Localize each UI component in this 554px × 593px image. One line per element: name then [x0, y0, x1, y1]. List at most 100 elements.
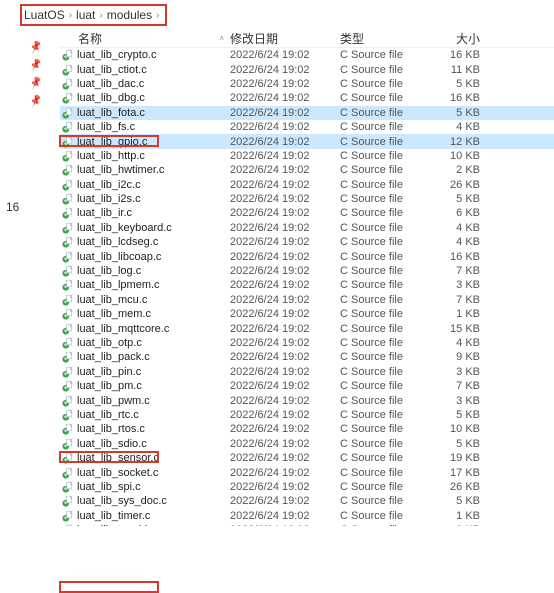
- file-row[interactable]: luat_lib_lcdseg.c2022/6/24 19:02C Source…: [60, 235, 554, 249]
- file-name-cell[interactable]: luat_lib_mcu.c: [60, 294, 230, 306]
- file-row[interactable]: luat_lib_sys_doc.c2022/6/24 19:02C Sourc…: [60, 494, 554, 508]
- file-date-cell: 2022/6/24 19:02: [230, 481, 340, 493]
- file-size-cell: 3 KB: [430, 366, 490, 378]
- file-name-cell[interactable]: luat_lib_hwtimer.c: [60, 164, 230, 176]
- file-list-pane: 名称 ˄ 修改日期 类型 大小 luat_lib_crypto.c2022/6/…: [60, 30, 554, 526]
- file-row[interactable]: luat_lib_keyboard.c2022/6/24 19:02C Sour…: [60, 221, 554, 235]
- file-row[interactable]: luat_lib_spi.c2022/6/24 19:02C Source fi…: [60, 480, 554, 494]
- file-row[interactable]: luat_lib_dac.c2022/6/24 19:02C Source fi…: [60, 77, 554, 91]
- file-name-cell[interactable]: luat_lib_i2s.c: [60, 193, 230, 205]
- file-name-cell[interactable]: luat_lib_libcoap.c: [60, 251, 230, 263]
- file-name-cell[interactable]: luat_lib_rtc.c: [60, 409, 230, 421]
- file-row[interactable]: luat_lib_dbg.c2022/6/24 19:02C Source fi…: [60, 91, 554, 105]
- file-name-cell[interactable]: luat_lib_otp.c: [60, 337, 230, 349]
- file-name-cell[interactable]: luat_lib_pack.c: [60, 351, 230, 363]
- file-row[interactable]: luat_lib_pwm.c2022/6/24 19:02C Source fi…: [60, 393, 554, 407]
- file-row[interactable]: luat_lib_rtc.c2022/6/24 19:02C Source fi…: [60, 408, 554, 422]
- file-name-cell[interactable]: luat_lib_ir.c: [60, 207, 230, 219]
- file-row[interactable]: luat_lib_mqttcore.c2022/6/24 19:02C Sour…: [60, 321, 554, 335]
- breadcrumb[interactable]: LuatOS › luat › modules ›: [24, 8, 159, 22]
- file-name-cell[interactable]: luat_lib_pm.c: [60, 380, 230, 392]
- file-name-cell[interactable]: luat_lib_sdio.c: [60, 438, 230, 450]
- breadcrumb-part-luat[interactable]: luat: [76, 8, 95, 22]
- c-file-icon: [62, 179, 74, 191]
- file-date-cell: 2022/6/24 19:02: [230, 222, 340, 234]
- file-row[interactable]: luat_lib_sdio.c2022/6/24 19:02C Source f…: [60, 437, 554, 451]
- file-name-cell[interactable]: luat_lib_pin.c: [60, 366, 230, 378]
- column-header-size[interactable]: 大小: [430, 30, 490, 47]
- file-row[interactable]: luat_lib_timer.c2022/6/24 19:02C Source …: [60, 509, 554, 523]
- file-row[interactable]: luat_lib_ctiot.c2022/6/24 19:02C Source …: [60, 62, 554, 76]
- file-name-cell[interactable]: luat_lib_dac.c: [60, 78, 230, 90]
- file-size-cell: 10 KB: [430, 423, 490, 435]
- file-date-cell: 2022/6/24 19:02: [230, 121, 340, 133]
- file-row[interactable]: luat_lib_fota.c2022/6/24 19:02C Source f…: [60, 106, 554, 120]
- file-size-cell: 5 KB: [430, 107, 490, 119]
- file-name-label: luat_lib_otp.c: [77, 337, 142, 349]
- file-name-cell[interactable]: luat_lib_fs.c: [60, 121, 230, 133]
- file-name-cell[interactable]: luat_lib_mem.c: [60, 308, 230, 320]
- file-size-cell: 16 KB: [430, 251, 490, 263]
- file-date-cell: 2022/6/24 19:02: [230, 49, 340, 61]
- breadcrumb-part-modules[interactable]: modules: [107, 8, 152, 22]
- file-row[interactable]: luat_lib_i2c.c2022/6/24 19:02C Source fi…: [60, 178, 554, 192]
- column-header-type[interactable]: 类型: [340, 30, 430, 47]
- file-name-cell[interactable]: luat_lib_sensor.c: [60, 452, 230, 464]
- file-row[interactable]: luat_lib_ir.c2022/6/24 19:02C Source fil…: [60, 206, 554, 220]
- file-name-label: luat_lib_rtos.c: [77, 423, 145, 435]
- file-row[interactable]: luat_lib_otp.c2022/6/24 19:02C Source fi…: [60, 336, 554, 350]
- file-name-cell[interactable]: luat_lib_dbg.c: [60, 92, 230, 104]
- file-name-cell[interactable]: luat_lib_pwm.c: [60, 395, 230, 407]
- file-type-cell: C Source file: [340, 495, 430, 507]
- file-name-cell[interactable]: luat_lib_gpio.c: [60, 136, 230, 148]
- file-name-cell[interactable]: luat_lib_crypto.c: [60, 49, 230, 61]
- file-name-cell[interactable]: luat_lib_rtos.c: [60, 423, 230, 435]
- file-row[interactable]: luat_lib_sensor.c2022/6/24 19:02C Source…: [60, 451, 554, 465]
- file-row[interactable]: luat_lib_i2s.c2022/6/24 19:02C Source fi…: [60, 192, 554, 206]
- file-row[interactable]: luat_lib_socket.c2022/6/24 19:02C Source…: [60, 465, 554, 479]
- file-name-cell[interactable]: luat_lib_mqttcore.c: [60, 323, 230, 335]
- file-name-label: luat_lib_sys_doc.c: [77, 495, 167, 507]
- navigation-pane[interactable]: 📌 📌 📌 📌 16: [0, 30, 60, 510]
- file-row[interactable]: luat_lib_mem.c2022/6/24 19:02C Source fi…: [60, 307, 554, 321]
- file-row[interactable]: luat_lib_pin.c2022/6/24 19:02C Source fi…: [60, 365, 554, 379]
- file-name-cell[interactable]: luat_lib_log.c: [60, 265, 230, 277]
- file-row[interactable]: luat_lib_hwtimer.c2022/6/24 19:02C Sourc…: [60, 163, 554, 177]
- file-name-cell[interactable]: luat_lib_lpmem.c: [60, 279, 230, 291]
- file-name-cell[interactable]: luat_lib_fota.c: [60, 107, 230, 119]
- file-type-cell: C Source file: [340, 251, 430, 263]
- file-name-label: luat_lib_log.c: [77, 265, 141, 277]
- file-date-cell: 2022/6/24 19:02: [230, 265, 340, 277]
- file-size-cell: 12 KB: [430, 136, 490, 148]
- file-name-cell[interactable]: luat_lib_ctiot.c: [60, 64, 230, 76]
- file-name-cell[interactable]: luat_lib_http.c: [60, 150, 230, 162]
- file-name-cell[interactable]: luat_lib_spi.c: [60, 481, 230, 493]
- file-row[interactable]: luat_lib_mcu.c2022/6/24 19:02C Source fi…: [60, 293, 554, 307]
- file-type-cell: C Source file: [340, 294, 430, 306]
- file-row[interactable]: luat_lib_rtos.c2022/6/24 19:02C Source f…: [60, 422, 554, 436]
- file-row[interactable]: luat_lib_lpmem.c2022/6/24 19:02C Source …: [60, 278, 554, 292]
- file-row[interactable]: luat_lib_libcoap.c2022/6/24 19:02C Sourc…: [60, 249, 554, 263]
- file-row[interactable]: luat_lib_http.c2022/6/24 19:02C Source f…: [60, 149, 554, 163]
- file-name-label: luat_lib_mqttcore.c: [77, 323, 169, 335]
- file-name-cell[interactable]: luat_lib_keyboard.c: [60, 222, 230, 234]
- column-header-date[interactable]: 修改日期: [230, 30, 340, 47]
- file-name-label: luat_lib_hwtimer.c: [77, 164, 164, 176]
- file-name-cell[interactable]: luat_lib_i2c.c: [60, 179, 230, 191]
- file-name-cell[interactable]: luat_lib_sys_doc.c: [60, 495, 230, 507]
- file-name-cell[interactable]: luat_lib_timer.c: [60, 510, 230, 522]
- file-row[interactable]: luat_lib_log.c2022/6/24 19:02C Source fi…: [60, 264, 554, 278]
- file-row[interactable]: luat_lib_gpio.c2022/6/24 19:02C Source f…: [60, 134, 554, 148]
- file-row[interactable]: luat_lib_crypto.c2022/6/24 19:02C Source…: [60, 48, 554, 62]
- file-name-cell[interactable]: luat_lib_socket.c: [60, 467, 230, 479]
- file-name-label: luat_lib_gpio.c: [77, 136, 147, 148]
- chevron-right-icon: ›: [99, 10, 102, 21]
- nav-recent-count[interactable]: 16: [6, 200, 19, 214]
- breadcrumb-part-root[interactable]: LuatOS: [24, 8, 65, 22]
- file-row[interactable]: luat_lib_pack.c2022/6/24 19:02C Source f…: [60, 350, 554, 364]
- column-header-name[interactable]: 名称 ˄: [60, 30, 230, 47]
- file-name-cell[interactable]: luat_lib_lcdseg.c: [60, 236, 230, 248]
- file-size-cell: 15 KB: [430, 323, 490, 335]
- file-row[interactable]: luat_lib_fs.c2022/6/24 19:02C Source fil…: [60, 120, 554, 134]
- file-row[interactable]: luat_lib_pm.c2022/6/24 19:02C Source fil…: [60, 379, 554, 393]
